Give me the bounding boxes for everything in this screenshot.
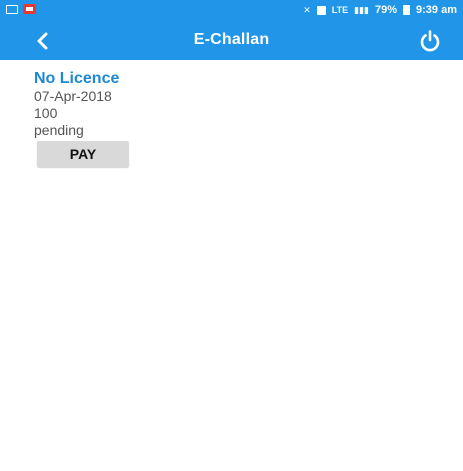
mute-icon: ✕: [303, 4, 311, 15]
gallery-icon: [6, 4, 18, 14]
sim-icon: [316, 5, 326, 15]
screen: ✕ LTE ▮▮▮ 79% 9:39 am E-Challan No Licen…: [0, 0, 463, 471]
challan-offence: No Licence: [34, 70, 120, 87]
pay-button[interactable]: PAY: [37, 141, 129, 167]
challan-amount: 100: [34, 105, 58, 121]
app-bar: E-Challan: [0, 22, 463, 60]
status-left-icons: [6, 4, 36, 14]
challan-status: pending: [34, 122, 84, 138]
network-type: LTE: [331, 5, 349, 15]
challan-card: No Licence 07-Apr-2018 100 pending PAY: [34, 70, 129, 167]
notification-icon: [23, 4, 36, 14]
power-icon: [420, 30, 440, 52]
status-right: ✕ LTE ▮▮▮ 79% 9:39 am: [303, 4, 457, 16]
clock: 9:39 am: [416, 4, 457, 16]
logout-button[interactable]: [417, 28, 443, 54]
challan-date: 07-Apr-2018: [34, 88, 112, 104]
status-bar: ✕ LTE ▮▮▮ 79% 9:39 am: [0, 0, 463, 22]
page-title: E-Challan: [193, 31, 270, 48]
battery-percent: 79%: [374, 4, 398, 16]
battery-icon: [403, 5, 411, 15]
signal-icon: ▮▮▮: [354, 4, 369, 15]
